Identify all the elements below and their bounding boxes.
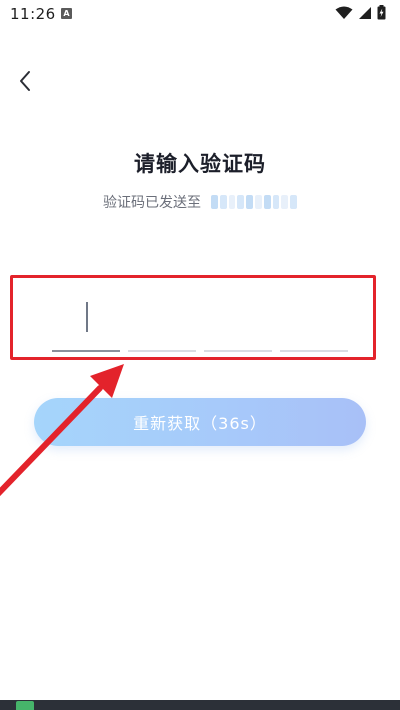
battery-charging-icon [377, 5, 386, 20]
verification-screen: 11:26 A 请输入验证码 验证码已发送至 重新获取（36s） [0, 0, 400, 710]
bottom-taskbar [0, 700, 400, 710]
signal-icon [359, 6, 371, 19]
status-time: 11:26 [10, 5, 56, 23]
annotation-highlight-box [10, 275, 376, 360]
back-button[interactable] [10, 66, 40, 96]
subtitle-row: 验证码已发送至 [0, 192, 400, 212]
notification-a-icon: A [61, 8, 72, 19]
page-title: 请输入验证码 [134, 152, 266, 176]
status-bar: 11:26 A [0, 0, 400, 28]
status-icons [335, 5, 386, 20]
subtitle-text: 验证码已发送至 [103, 195, 201, 211]
wifi-icon [335, 6, 353, 19]
chevron-left-icon [20, 71, 30, 91]
masked-phone-number [211, 195, 297, 209]
resend-code-button[interactable]: 重新获取（36s） [34, 398, 366, 446]
app-icon [16, 701, 34, 710]
